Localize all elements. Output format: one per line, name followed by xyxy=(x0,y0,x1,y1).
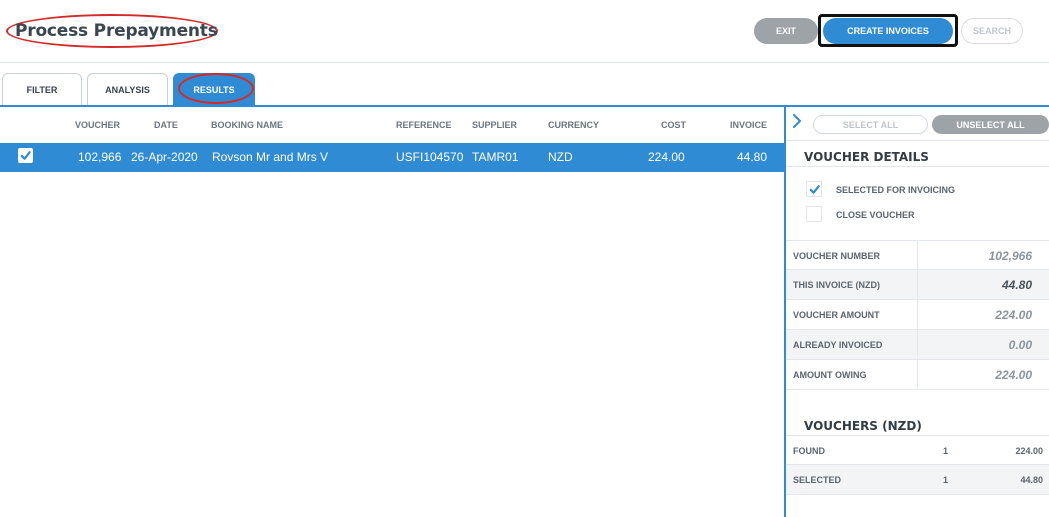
summary-count: 1 xyxy=(943,446,949,456)
close-voucher-checkbox[interactable] xyxy=(806,206,822,222)
detail-row: AMOUNT OWING 224.00 xyxy=(786,360,1049,390)
detail-separator xyxy=(917,270,918,300)
tab-filter[interactable]: FILTER xyxy=(2,73,82,106)
close-voucher-label: CLOSE VOUCHER xyxy=(836,210,915,220)
chevron-right-icon xyxy=(793,114,801,128)
select-all-button[interactable]: SELECT ALL xyxy=(813,115,928,134)
column-header-currency[interactable]: CURRENCY xyxy=(548,120,599,130)
detail-separator xyxy=(917,360,918,390)
summary-row: FOUND 1 224.00 xyxy=(786,435,1049,465)
vouchers-summary-table: FOUND 1 224.00 SELECTED 1 44.80 xyxy=(786,435,1049,495)
search-button[interactable]: SEARCH xyxy=(961,18,1023,44)
summary-amount: 224.00 xyxy=(1015,446,1043,456)
detail-row: THIS INVOICE (NZD) 44.80 xyxy=(786,270,1049,300)
summary-label: FOUND xyxy=(793,446,825,456)
column-header-voucher[interactable]: VOUCHER xyxy=(75,120,120,130)
cell-supplier: TAMR01 xyxy=(472,150,519,164)
detail-label: THIS INVOICE (NZD) xyxy=(793,280,880,290)
cell-invoice: 44.80 xyxy=(737,150,768,164)
tab-analysis[interactable]: ANALYSIS xyxy=(87,73,168,106)
detail-row: VOUCHER AMOUNT 224.00 xyxy=(786,300,1049,330)
page-title: Process Prepayments xyxy=(15,21,218,41)
unselect-all-button[interactable]: UNSELECT ALL xyxy=(932,115,1049,134)
cell-cost: 224.00 xyxy=(648,150,685,164)
detail-label: AMOUNT OWING xyxy=(793,370,867,380)
summary-label: SELECTED xyxy=(793,475,842,485)
detail-label: VOUCHER NUMBER xyxy=(793,251,881,261)
detail-separator xyxy=(917,330,918,360)
detail-value: 224.00 xyxy=(995,368,1032,382)
column-header-supplier[interactable]: SUPPLIER xyxy=(472,120,517,130)
summary-count: 1 xyxy=(943,475,949,485)
column-header-reference[interactable]: REFERENCE xyxy=(396,120,452,130)
collapse-panel-button[interactable] xyxy=(790,113,804,129)
detail-label: VOUCHER AMOUNT xyxy=(793,310,880,320)
cell-reference: USFI104570 xyxy=(396,150,464,164)
detail-value: 224.00 xyxy=(995,308,1032,322)
column-header-invoice[interactable]: INVOICE xyxy=(730,120,767,130)
selected-for-invoicing-label: SELECTED FOR INVOICING xyxy=(836,185,956,195)
panel-divider xyxy=(786,166,1049,167)
selected-for-invoicing-checkbox[interactable] xyxy=(806,181,822,197)
create-invoices-button[interactable]: CREATE INVOICES xyxy=(823,18,953,44)
check-icon xyxy=(809,184,820,194)
tab-results[interactable]: RESULTS xyxy=(173,73,255,106)
check-icon xyxy=(20,151,31,160)
panel-divider xyxy=(786,140,1049,141)
column-header-date[interactable]: DATE xyxy=(154,120,178,130)
summary-amount: 44.80 xyxy=(1020,475,1043,485)
voucher-details-title: VOUCHER DETAILS xyxy=(804,150,929,164)
cell-booking-name: Rovson Mr and Mrs V xyxy=(212,150,329,164)
detail-label: ALREADY INVOICED xyxy=(793,340,883,350)
header-divider xyxy=(0,62,1049,63)
page-title-area: Process Prepayments xyxy=(6,14,218,48)
row-checkbox[interactable] xyxy=(18,148,33,163)
voucher-details-table: VOUCHER NUMBER 102,966 THIS INVOICE (NZD… xyxy=(786,240,1049,390)
detail-row: VOUCHER NUMBER 102,966 xyxy=(786,240,1049,271)
column-header-booking-name[interactable]: BOOKING NAME xyxy=(211,120,283,130)
column-header-cost[interactable]: COST xyxy=(661,120,686,130)
summary-row: SELECTED 1 44.80 xyxy=(786,465,1049,495)
tabs-divider xyxy=(0,105,1049,107)
detail-separator xyxy=(917,300,918,330)
detail-value: 102,966 xyxy=(988,249,1032,263)
cell-voucher: 102,966 xyxy=(78,150,122,164)
vouchers-title: VOUCHERS (NZD) xyxy=(804,419,922,433)
detail-value: 0.00 xyxy=(1008,338,1032,352)
detail-separator xyxy=(917,241,918,271)
cell-date: 26-Apr-2020 xyxy=(131,150,198,164)
detail-value: 44.80 xyxy=(1001,278,1032,292)
detail-row: ALREADY INVOICED 0.00 xyxy=(786,330,1049,360)
cell-currency: NZD xyxy=(548,150,573,164)
exit-button[interactable]: EXIT xyxy=(754,18,818,44)
